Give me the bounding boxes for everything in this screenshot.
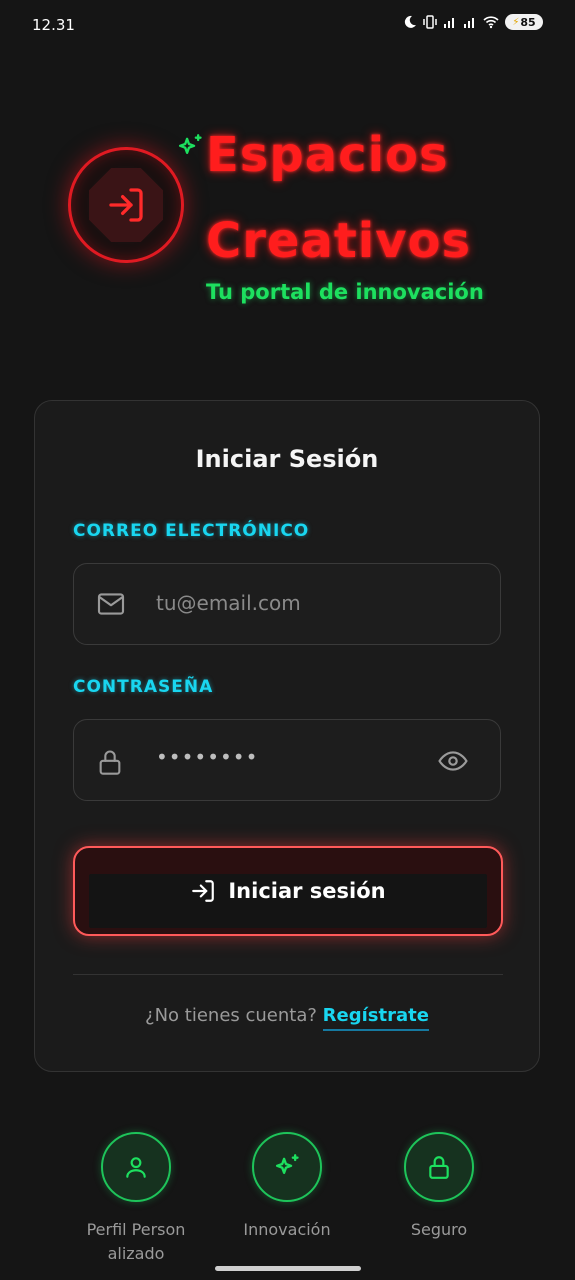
lock-icon [429,1156,449,1179]
password-label: CONTRASEÑA [73,677,214,697]
card-title: Iniciar Sesión [195,445,379,473]
battery-level: 85 [520,15,536,29]
battery-icon: ⚡ 85 [505,14,543,30]
sparkle-icon [275,1154,299,1174]
email-placeholder: tu@email.com [156,591,301,615]
login-button-content: Iniciar sesión [190,878,386,904]
signup-link[interactable]: Regístrate [322,1005,429,1031]
mail-icon [97,593,125,615]
signal-icon [464,18,474,28]
feature-secure: Seguro [369,1132,509,1242]
feature-secure-badge [404,1132,474,1202]
vibrate-icon [423,15,437,29]
password-field[interactable]: •••••••• [73,719,501,801]
moon-icon [404,15,416,28]
email-field[interactable]: tu@email.com [73,563,501,645]
feature-innovation-label: Innovación [243,1220,331,1239]
signup-row: ¿No tienes cuenta? Regístrate [35,1005,539,1031]
password-value: •••••••• [156,745,259,769]
sparkle-icon [178,134,202,154]
logo-badge [68,147,184,263]
login-arrow-icon [192,880,215,902]
user-icon [126,1157,146,1178]
status-icons: ⚡ 85 [403,14,543,30]
feature-profile: Perfil Person alizado [66,1132,206,1266]
tagline: Tu portal de innovación [206,280,484,304]
status-time: 12.31 [32,16,75,34]
login-card: Iniciar Sesión CORREO ELECTRÓNICO tu@ema… [34,400,540,1072]
email-label: CORREO ELECTRÓNICO [73,521,310,541]
login-button-label: Iniciar sesión [228,879,386,903]
lock-icon [99,750,121,775]
logo-octagon [89,168,163,242]
divider [73,974,503,975]
eye-icon[interactable] [438,750,468,772]
brand-title-line2: Creativos [206,213,472,269]
feature-profile-badge [101,1132,171,1202]
feature-innovation-badge [252,1132,322,1202]
login-button[interactable]: Iniciar sesión [73,846,503,936]
login-arrow-icon [109,188,143,222]
feature-profile-label: Perfil Person alizado [86,1220,186,1263]
signal-icon [444,18,454,28]
wifi-icon [483,16,499,29]
brand-title-line1: Espacios [206,127,449,183]
feature-secure-label: Seguro [410,1220,468,1239]
signup-prompt: ¿No tienes cuenta? [145,1005,317,1026]
feature-innovation: Innovación [217,1132,357,1242]
home-indicator[interactable] [215,1266,361,1271]
brand-title: Espacios Creativos [206,112,536,284]
